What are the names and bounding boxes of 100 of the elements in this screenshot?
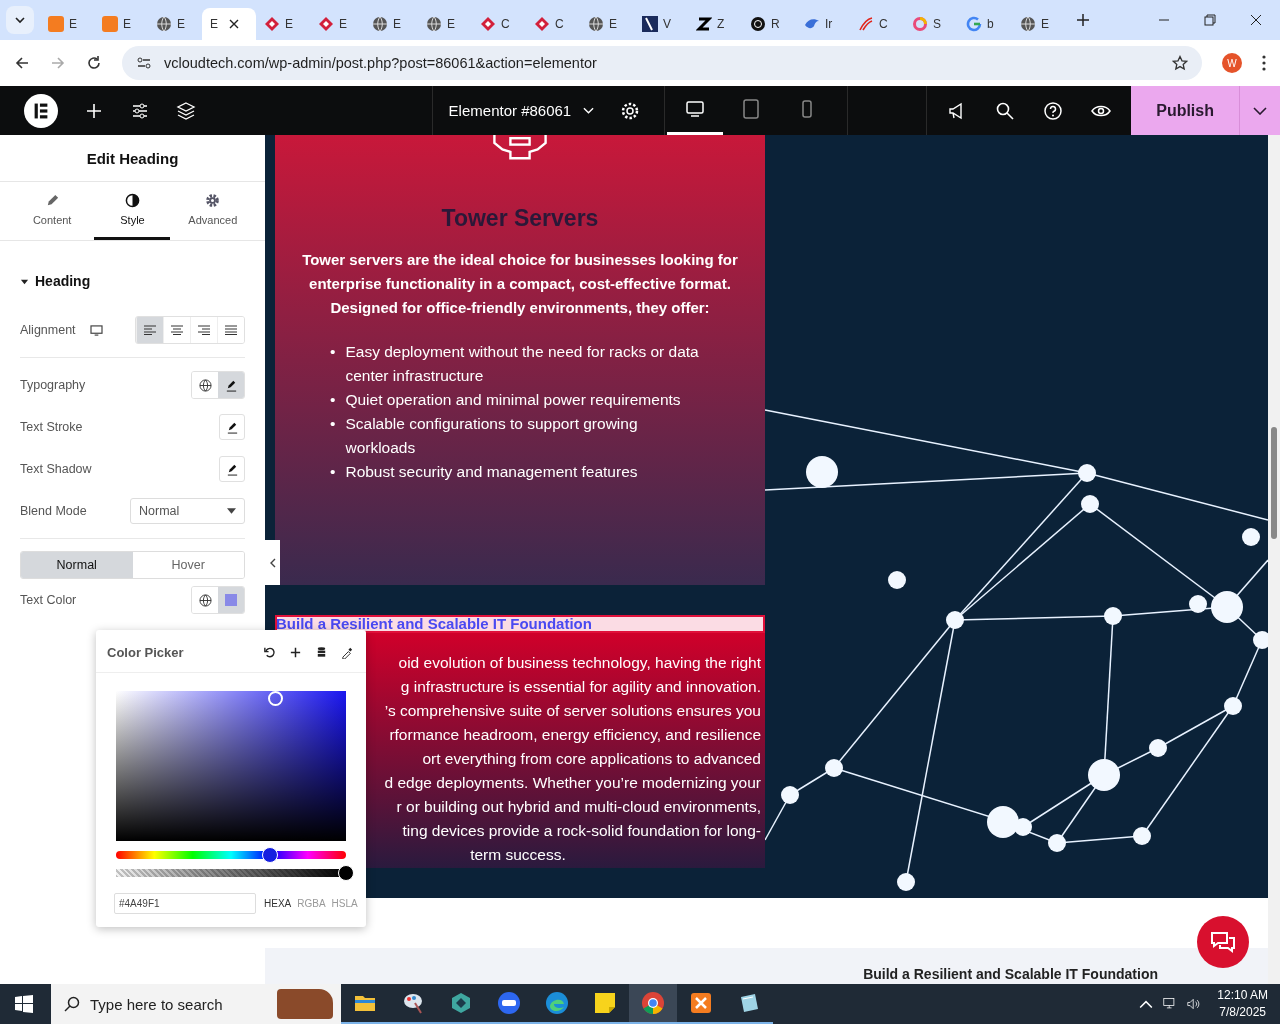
star-icon[interactable] — [1172, 55, 1188, 71]
new-tab-icon[interactable] — [1076, 13, 1090, 27]
browser-tab[interactable]: Ir — [796, 8, 850, 40]
pencil-icon — [224, 378, 238, 392]
database-icon[interactable] — [315, 645, 328, 659]
browser-tab[interactable]: C — [850, 8, 904, 40]
browser-tab[interactable]: E — [418, 8, 472, 40]
chevron-left-icon — [269, 557, 276, 568]
panel-tab[interactable]: Style — [94, 182, 171, 240]
browser-tab[interactable]: E — [94, 8, 148, 40]
globe-icon — [588, 16, 604, 32]
browser-tab[interactable]: C — [472, 8, 526, 40]
browser-tab[interactable]: E — [256, 8, 310, 40]
taskbar-search-field[interactable]: Type here to search — [51, 984, 341, 1024]
settings-icon[interactable] — [620, 100, 641, 121]
card-intro: Tower servers are the ideal choice for businesses looking for enterprise functionality in a compact, cost-effective format. Designed for office-friendly environments, they offer: — [301, 250, 739, 318]
restore-icon[interactable] — [1204, 14, 1216, 26]
browser-tab[interactable]: b — [958, 8, 1012, 40]
paragraph-line: ’s comprehensive suite of server solutions ensures you — [384, 701, 761, 721]
add-icon[interactable] — [289, 645, 302, 659]
reset-icon[interactable] — [263, 645, 276, 659]
control-label: Alignment — [20, 323, 76, 337]
chevron-down-icon — [1253, 106, 1268, 115]
browser-tab[interactable]: V — [634, 8, 688, 40]
chevron-down-icon — [14, 14, 26, 26]
bullet-item: Quiet operation and minimal power requirements — [345, 390, 682, 410]
blend-mode-select[interactable]: Normal — [130, 498, 245, 524]
edit-text-shadow-button[interactable] — [219, 456, 245, 482]
clock-time[interactable]: 12:10 AM — [1217, 987, 1268, 1004]
control-label: Typography — [20, 378, 86, 392]
saturation-area[interactable] — [116, 691, 346, 841]
browser-tab[interactable]: E — [202, 8, 256, 40]
sliders-icon[interactable] — [130, 100, 150, 121]
network-icon[interactable] — [1163, 997, 1178, 1011]
browser-tab[interactable]: E — [40, 8, 94, 40]
desktop-icon — [685, 99, 706, 119]
paragraph-line: ting devices provide a rock-solid foundation for long- — [402, 821, 761, 841]
globe-icon — [1020, 16, 1036, 32]
search-icon[interactable] — [995, 100, 1016, 121]
menu-icon[interactable] — [1262, 55, 1266, 71]
color-swatch[interactable] — [218, 587, 244, 613]
eyedropper-icon[interactable] — [341, 645, 354, 659]
hue-handle[interactable] — [262, 847, 279, 863]
scrollbar[interactable] — [1268, 135, 1280, 984]
layers-icon[interactable] — [176, 100, 196, 121]
settings-icon — [205, 193, 221, 208]
document-title[interactable]: Elementor #86061 — [448, 102, 572, 119]
format-tab[interactable]: HEXA — [264, 898, 292, 909]
browser-tab[interactable]: E — [310, 8, 364, 40]
paragraph-line: ort everything from core applications to advanced — [422, 749, 761, 769]
panel-tab[interactable]: Content — [14, 182, 91, 240]
clock-date[interactable]: 7/8/2025 — [1219, 1004, 1266, 1021]
chevron-down-icon[interactable] — [583, 106, 595, 115]
section-heading[interactable]: Heading — [20, 273, 91, 289]
diamond-icon — [480, 16, 496, 32]
hex-input[interactable]: #4A49F1 — [114, 893, 256, 914]
volume-icon[interactable] — [1187, 997, 1202, 1011]
close-icon[interactable] — [1250, 14, 1262, 26]
browser-tab[interactable]: E — [580, 8, 634, 40]
site-settings-icon[interactable] — [136, 55, 152, 71]
reload-icon[interactable] — [86, 55, 102, 71]
edit-text-stroke-button[interactable] — [219, 414, 245, 440]
align-justify-icon — [225, 325, 237, 335]
monitor-icon[interactable] — [89, 324, 103, 336]
globe-icon — [156, 16, 172, 32]
selected-heading[interactable]: Build a Resilient and Scalable IT Foundation — [275, 615, 765, 633]
align-justify-button[interactable] — [217, 317, 244, 343]
publish-button[interactable]: Publish — [1131, 86, 1240, 135]
alpha-handle[interactable] — [338, 865, 354, 881]
browser-tab[interactable]: S — [904, 8, 958, 40]
tab-list-button[interactable] — [6, 6, 34, 34]
browser-tab[interactable]: E — [364, 8, 418, 40]
close-tab-icon[interactable] — [229, 19, 239, 29]
address-bar[interactable]: vcloudtech.com/wp-admin/post.php?post=86061&action=elementor — [122, 46, 1202, 80]
caret-down-icon — [227, 508, 236, 514]
browser-tab[interactable]: C — [526, 8, 580, 40]
popup-title: Color Picker — [107, 644, 184, 660]
align-right-icon — [198, 325, 210, 335]
state-tab[interactable]: Normal — [21, 552, 133, 578]
windows-start-icon[interactable] — [15, 995, 33, 1013]
paragraph-line: g infrastructure is essential for agility and innovation. — [400, 677, 761, 697]
browser-tab[interactable]: E — [148, 8, 202, 40]
align-left-button[interactable] — [136, 317, 163, 343]
elementor-logo[interactable] — [24, 93, 58, 128]
browser-tab[interactable]: R — [742, 8, 796, 40]
bullet-marker: • — [330, 390, 336, 410]
bullet-item: Robust security and management features — [345, 462, 639, 482]
profile-avatar[interactable]: W — [1222, 53, 1242, 73]
control-label: Text Color — [20, 593, 77, 607]
edit-typography-button[interactable] — [218, 372, 244, 398]
globe-icon — [426, 16, 442, 32]
chrome-app-icon[interactable] — [629, 984, 677, 1024]
browser-tab[interactable]: E — [1012, 8, 1066, 40]
chat-button[interactable] — [1197, 916, 1249, 968]
panel-tab[interactable]: Advanced — [174, 182, 251, 240]
back-icon[interactable] — [14, 55, 30, 71]
help-icon[interactable] — [1043, 100, 1064, 121]
browser-tab[interactable]: Z — [688, 8, 742, 40]
saturation-handle[interactable] — [268, 691, 284, 707]
alignment-control[interactable] — [135, 316, 245, 344]
